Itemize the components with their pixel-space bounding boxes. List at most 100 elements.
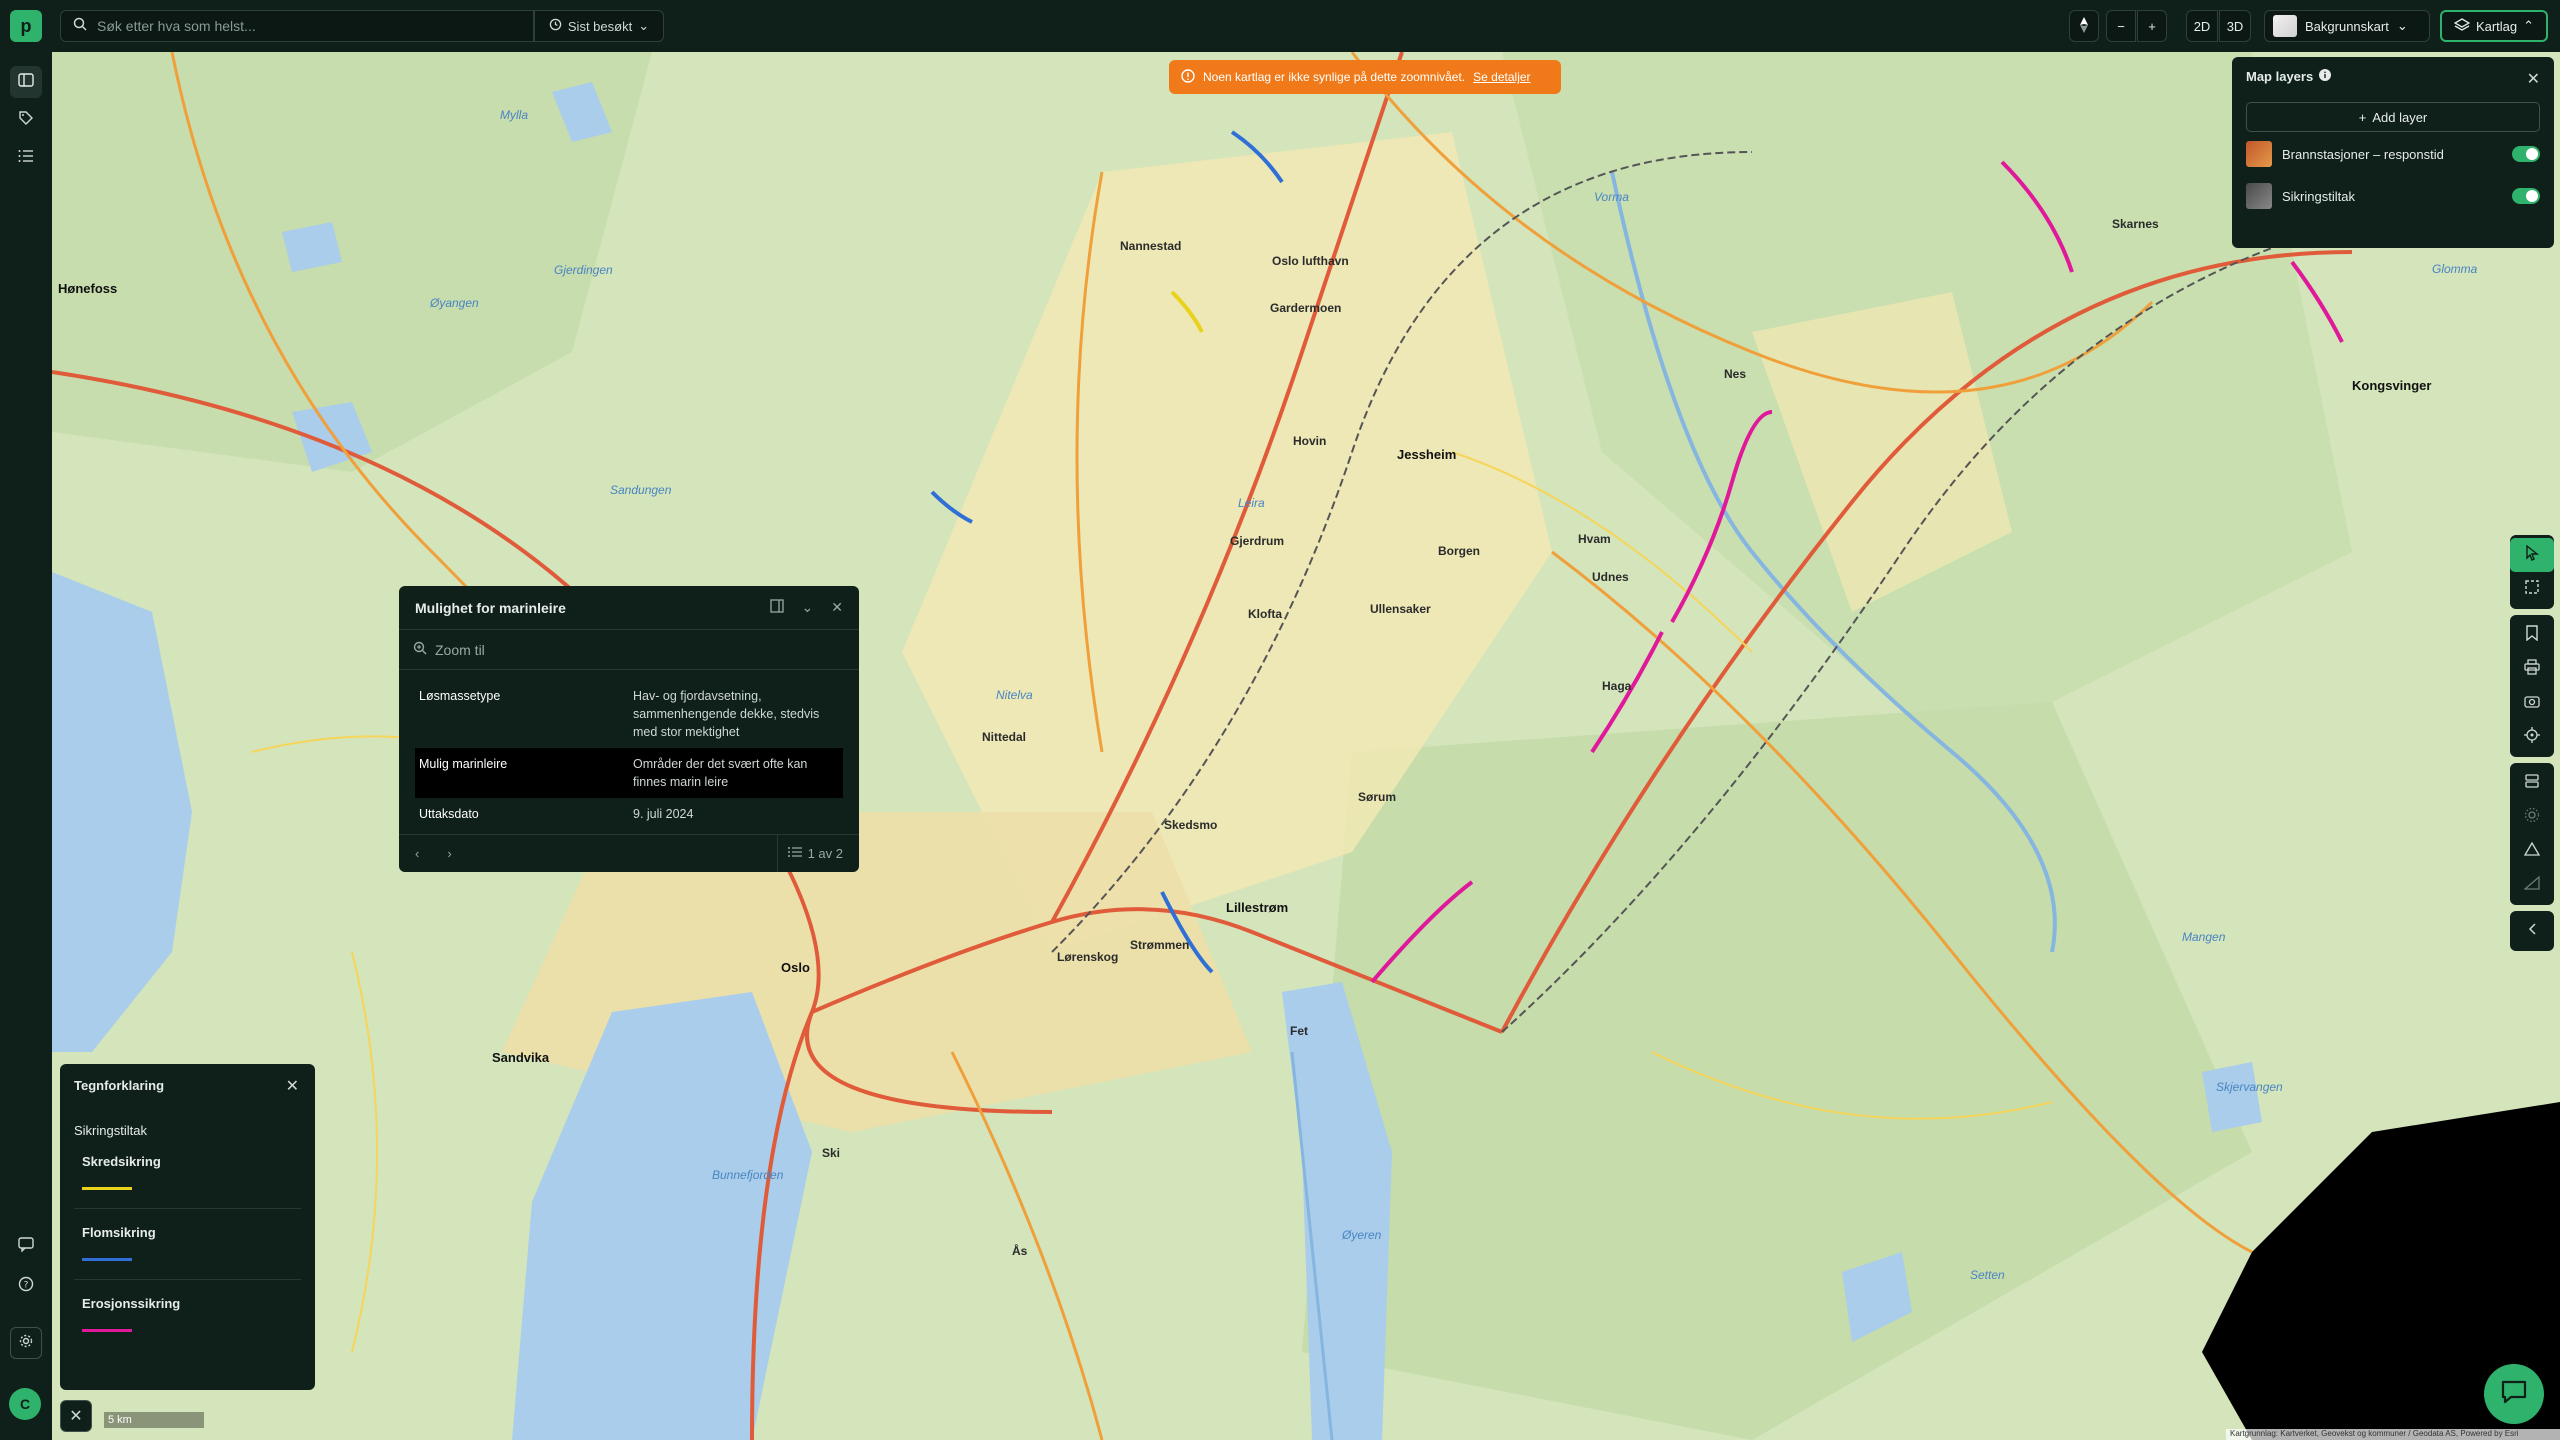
map-label-mylla: Mylla — [500, 108, 529, 122]
zoom-in-button[interactable]: + — [2137, 10, 2167, 42]
feature-pager[interactable]: 1 av 2 — [776, 834, 843, 872]
rail-settings-button[interactable] — [10, 1327, 42, 1359]
layer-visibility-toggle[interactable] — [2512, 146, 2540, 162]
layer-visibility-toggle[interactable] — [2512, 188, 2540, 204]
map-label-skarnes: Skarnes — [2112, 217, 2159, 231]
layer-thumbnail — [2246, 141, 2272, 167]
attribute-key: Løsmassetype — [419, 689, 501, 703]
popup-title: Mulighet for marinleire — [415, 599, 566, 616]
print-button[interactable] — [2510, 652, 2554, 686]
map-label-jessheim: Jessheim — [1397, 447, 1457, 462]
map-label-leira: Leira — [1238, 496, 1265, 510]
basemap-label: Bakgrunnskart — [2305, 18, 2389, 34]
chevron-up-icon: ⌃ — [2523, 18, 2535, 33]
search-input[interactable] — [97, 18, 533, 34]
layers-stack-button[interactable] — [2510, 766, 2554, 800]
map-label-vorma: Vorma — [1594, 190, 1629, 204]
layer-row[interactable]: Sikringstiltak — [2246, 176, 2540, 216]
daylight-button[interactable] — [2510, 800, 2554, 834]
map-label-nitelva: Nitelva — [996, 688, 1033, 702]
close-icon[interactable]: ✕ — [286, 1076, 299, 1096]
add-layer-label: Add layer — [2372, 109, 2428, 125]
chevron-down-icon[interactable]: ⌄ — [802, 599, 814, 616]
bookmark-button[interactable] — [2510, 618, 2554, 652]
cursor-icon — [2525, 544, 2539, 566]
add-layer-button[interactable]: + Add layer — [2246, 102, 2540, 132]
map-label-ski: Ski — [822, 1146, 841, 1160]
dock-icon[interactable] — [769, 599, 784, 616]
layers-icon — [2453, 17, 2471, 35]
toast-message: Noen kartlag er ikke synlige på dette zo… — [1203, 70, 1466, 84]
screenshot-button[interactable] — [2510, 686, 2554, 720]
close-icon[interactable]: ✕ — [831, 599, 843, 616]
map-label-gjerdrum: Gjerdrum — [1230, 534, 1285, 548]
map-label-oslo: Oslo — [781, 960, 810, 975]
collapse-toolbar-button[interactable] — [2510, 914, 2554, 948]
legend-item: Erosjonssikring — [74, 1280, 301, 1350]
rail-help-button[interactable]: ? — [10, 1270, 42, 1302]
mode-2d-button[interactable]: 2D — [2186, 10, 2218, 42]
map-label-lorenskog: Lørenskog — [1057, 950, 1119, 964]
map-label-mangen: Mangen — [2182, 930, 2226, 944]
locate-icon — [2524, 726, 2540, 748]
list-icon — [18, 149, 34, 168]
measure-line-button[interactable] — [2510, 868, 2554, 902]
app-logo[interactable]: p — [10, 10, 42, 42]
mode-3d-button[interactable]: 3D — [2219, 10, 2251, 42]
select-tool-button[interactable] — [2510, 538, 2554, 572]
search-box[interactable] — [60, 10, 534, 42]
recent-dropdown[interactable]: Sist besøkt ⌄ — [534, 10, 664, 42]
chat-button[interactable] — [2484, 1364, 2544, 1424]
user-avatar[interactable]: C — [9, 1388, 41, 1420]
attribute-value: 9. juli 2024 — [633, 807, 694, 821]
map-label-borgen: Borgen — [1438, 544, 1480, 558]
map-attribution: Kartgrunnlag: Kartverket, Geovekst og ko… — [2226, 1429, 2560, 1440]
measure-area-button[interactable] — [2510, 834, 2554, 868]
zoom-to-label: Zoom til — [435, 641, 485, 658]
layer-row[interactable]: Brannstasjoner – responstid — [2246, 134, 2540, 174]
legend-item: Skredsikring — [74, 1138, 301, 1209]
map-label-sorum: Sørum — [1358, 790, 1397, 804]
zoom-to-button[interactable]: Zoom til — [399, 630, 859, 670]
feature-popup: Mulighet for marinleire ⌄ ✕ Zoom til Løs… — [399, 586, 859, 872]
clock-icon — [549, 18, 562, 34]
tag-icon — [18, 110, 34, 131]
plus-icon: + — [2358, 109, 2367, 125]
legend-item-label: Flomsikring — [82, 1225, 156, 1240]
rail-tags-button[interactable] — [10, 104, 42, 136]
close-icon[interactable]: ✕ — [2527, 69, 2540, 89]
logo-letter: p — [20, 15, 32, 36]
table-row: Mulig marinleire Områder der det svært o… — [415, 748, 843, 798]
next-feature-button[interactable]: › — [447, 846, 451, 861]
close-tool-button[interactable]: ✕ — [60, 1400, 92, 1432]
layers-toggle-button[interactable]: Kartlag ⌃ — [2440, 10, 2548, 42]
chevron-down-icon: ⌄ — [2396, 18, 2408, 33]
map-label-setten: Setten — [1970, 1268, 2005, 1282]
map-label-haga: Haga — [1602, 679, 1632, 693]
rail-list-button[interactable] — [10, 142, 42, 174]
ruler-icon — [2523, 875, 2540, 895]
svg-text:?: ? — [24, 1280, 29, 1290]
stack-icon — [2524, 773, 2540, 794]
rail-messages-button[interactable] — [10, 1230, 42, 1262]
zoom-out-button[interactable]: − — [2106, 10, 2136, 42]
toast-details-link[interactable]: Se detaljer — [1473, 70, 1530, 84]
previous-feature-button[interactable]: ‹ — [415, 846, 419, 861]
rail-map-panel-button[interactable] — [10, 66, 42, 98]
layer-name: Brannstasjoner – responstid — [2282, 146, 2444, 162]
pager-label: 1 av 2 — [807, 846, 843, 861]
popup-header: Mulighet for marinleire ⌄ ✕ — [399, 586, 859, 630]
map-label-nes: Nes — [1724, 367, 1747, 381]
basemap-dropdown[interactable]: Bakgrunnskart ⌄ — [2264, 10, 2430, 42]
info-icon[interactable] — [2319, 69, 2332, 84]
box-select-button[interactable] — [2510, 572, 2554, 606]
list-icon — [787, 846, 802, 861]
close-icon: ✕ — [69, 1408, 83, 1425]
layer-thumbnail — [2246, 183, 2272, 209]
compass-button[interactable] — [2069, 10, 2099, 42]
chevron-down-icon: ⌄ — [638, 18, 650, 33]
locate-button[interactable] — [2510, 720, 2554, 754]
attribute-value: Områder der det svært ofte kan finnes ma… — [633, 757, 808, 789]
table-row: Uttaksdato 9. juli 2024 — [415, 798, 843, 830]
compass-icon — [2079, 16, 2089, 36]
